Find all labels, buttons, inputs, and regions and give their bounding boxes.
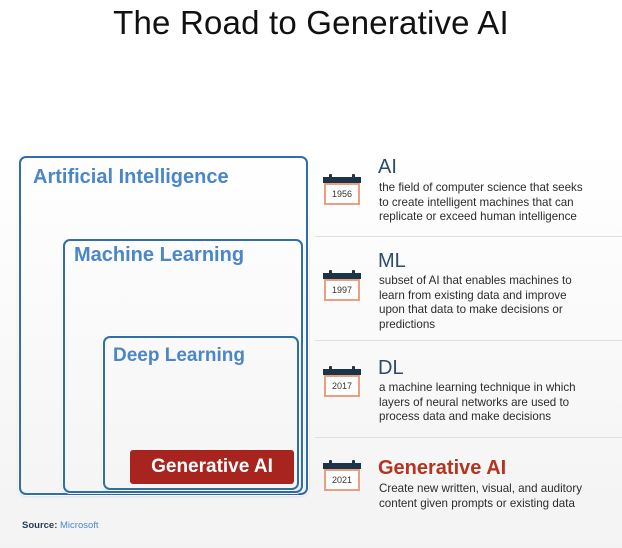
generative-ai-badge: Generative AI — [130, 450, 294, 484]
row-divider — [315, 236, 622, 237]
ai-box-label: Artificial Intelligence — [33, 166, 229, 188]
entry-heading: AI — [378, 156, 397, 178]
year-label: 2021 — [331, 475, 353, 485]
calendar-icon: 1997 — [323, 270, 361, 302]
description-line: layers of neural networks are used to — [379, 395, 570, 409]
calendar-icon: 1956 — [323, 174, 361, 206]
description-line: predictions — [379, 317, 436, 331]
year-label: 2017 — [331, 381, 353, 391]
entry-description: a machine learning technique in which la… — [379, 381, 619, 425]
entry-description: Create new written, visual, and auditory… — [379, 482, 619, 511]
entry-description: the field of computer science that seeks… — [379, 181, 619, 225]
calendar-icon: 2021 — [323, 460, 361, 492]
description-line: subset of AI that enables machines to — [379, 274, 572, 287]
entry-heading: ML — [378, 250, 406, 272]
source-label: Source: — [22, 520, 58, 531]
source-credit: Source: Microsoft — [22, 520, 99, 531]
source-value: Microsoft — [60, 520, 99, 531]
description-line: replicate or exceed human intelligence — [379, 210, 577, 224]
description-line: a machine learning technique in which — [379, 381, 576, 394]
row-divider — [315, 340, 622, 341]
calendar-icon: 2017 — [323, 366, 361, 398]
entry-heading: Generative AI — [378, 457, 507, 479]
description-line: to create intelligent machines that can — [379, 195, 574, 209]
entry-heading: DL — [378, 357, 404, 379]
row-divider — [315, 437, 622, 438]
description-line: the field of computer science that seeks — [379, 181, 583, 194]
page-title: The Road to Generative AI — [113, 4, 509, 41]
year-label: 1997 — [331, 285, 353, 295]
description-line: upon that data to make decisions or — [379, 303, 563, 317]
description-line: process data and make decisions — [379, 410, 552, 424]
description-line: learn from existing data and improve — [379, 288, 567, 302]
ml-box-label: Machine Learning — [74, 244, 245, 266]
year-label: 1956 — [331, 189, 353, 199]
description-line: Create new written, visual, and auditory — [379, 482, 582, 495]
entry-description: subset of AI that enables machines to le… — [379, 274, 619, 332]
description-line: content given prompts or existing data — [379, 496, 575, 510]
dl-box-label: Deep Learning — [113, 345, 245, 366]
